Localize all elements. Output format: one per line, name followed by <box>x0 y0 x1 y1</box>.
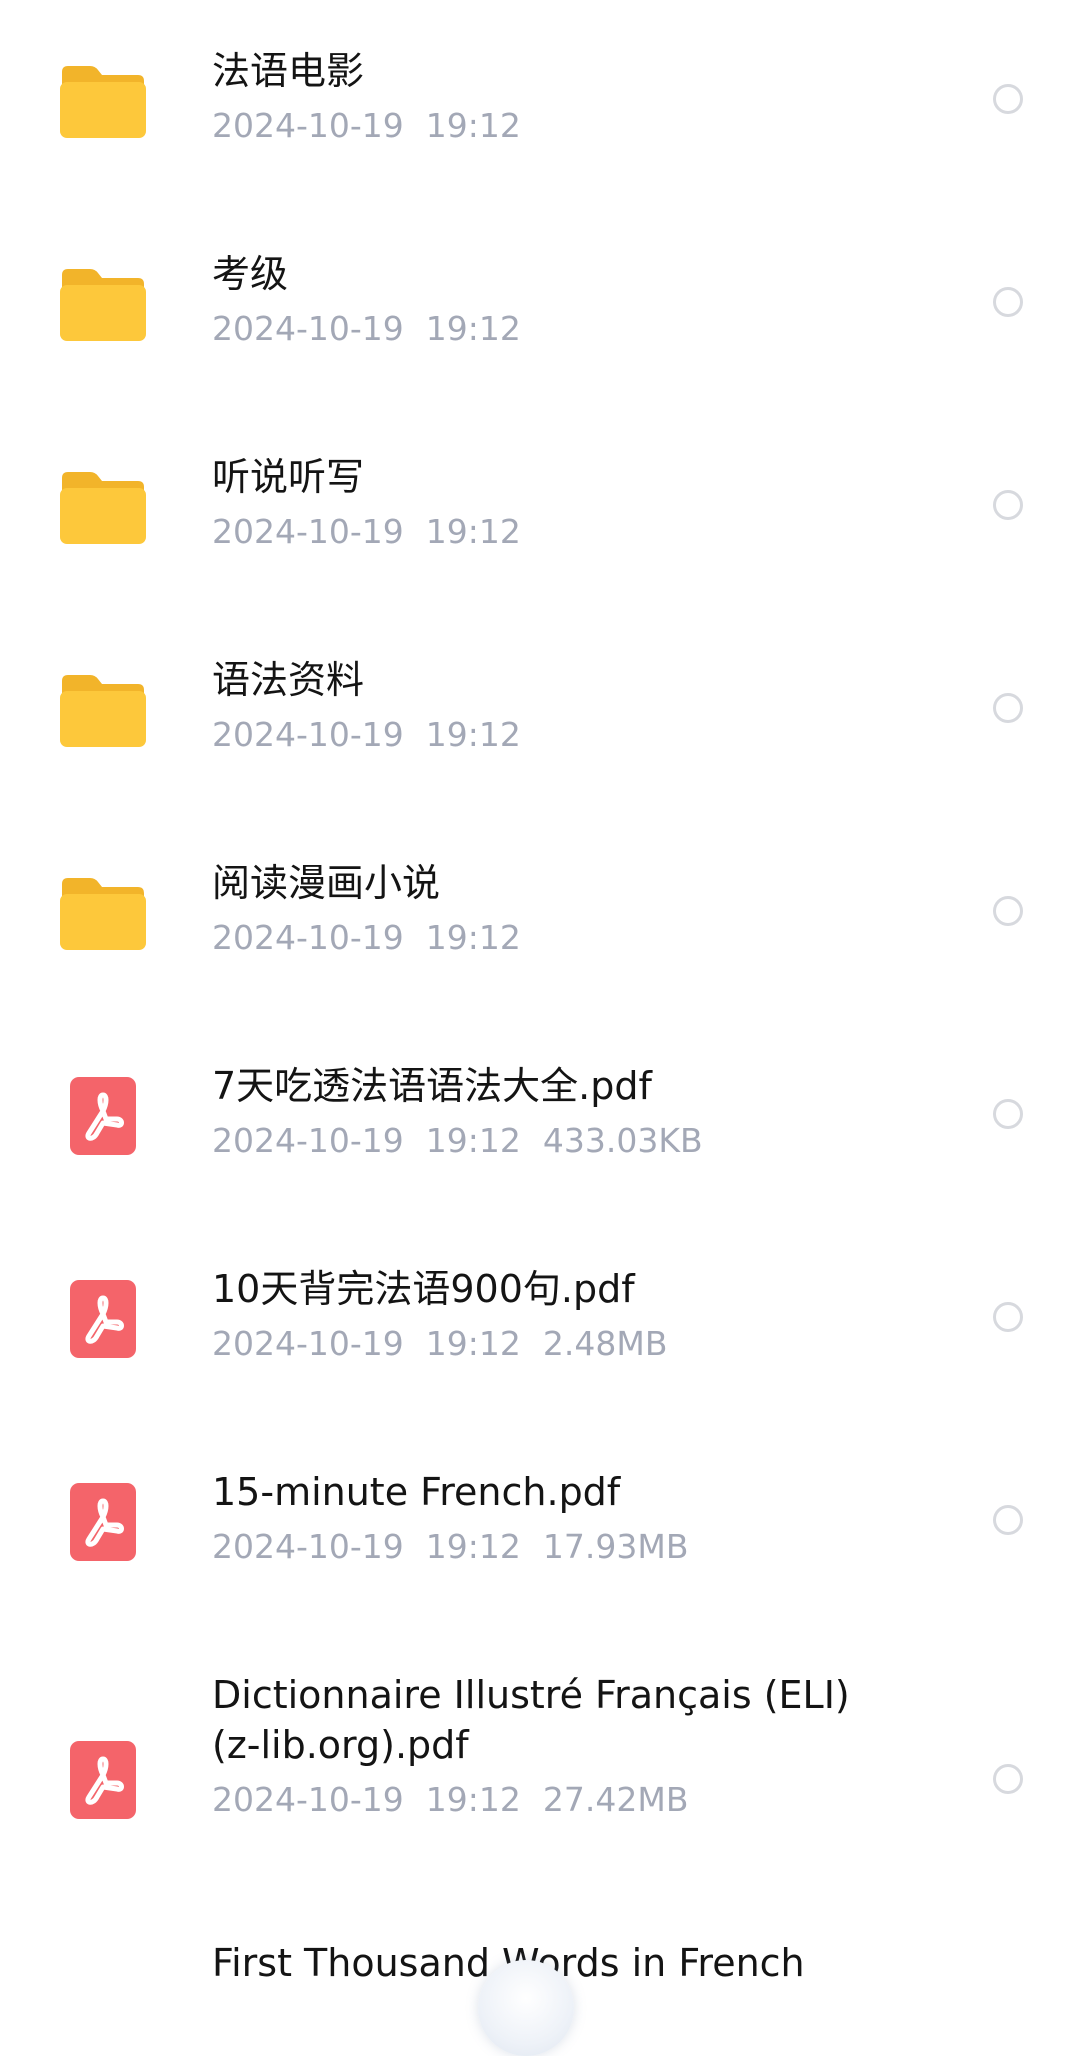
file-meta: 2024-10-19 19:12 2.48MB <box>212 1322 912 1366</box>
file-meta: 2024-10-19 19:12 <box>212 307 912 351</box>
file-time: 19:12 <box>425 106 521 145</box>
file-time: 19:12 <box>425 918 521 957</box>
file-time: 19:12 <box>425 1121 521 1160</box>
file-meta: 2024-10-19 19:12 <box>212 104 912 148</box>
list-item[interactable]: 10天背完法语900句.pdf 2024-10-19 19:12 2.48MB <box>0 1218 1080 1421</box>
file-date: 2024-10-19 <box>212 715 404 754</box>
file-meta: 2024-10-19 19:12 433.03KB <box>212 1119 912 1163</box>
select-radio[interactable] <box>993 1764 1023 1794</box>
file-name: 语法资料 <box>212 658 365 702</box>
select-radio[interactable] <box>993 84 1023 114</box>
list-item[interactable]: 15-minute French.pdf 2024-10-19 19:12 17.9… <box>0 1421 1080 1624</box>
select-radio[interactable] <box>993 287 1023 317</box>
file-time: 19:12 <box>425 1527 521 1566</box>
file-meta: 2024-10-19 19:12 <box>212 916 912 960</box>
select-radio[interactable] <box>993 490 1023 520</box>
select-radio[interactable] <box>993 1505 1023 1535</box>
file-date: 2024-10-19 <box>212 1527 404 1566</box>
list-item[interactable]: 语法资料 2024-10-19 19:12 <box>0 609 1080 812</box>
file-name: 10天背完法语900句.pdf <box>212 1267 635 1311</box>
file-time: 19:12 <box>425 1324 521 1363</box>
file-time: 19:12 <box>425 715 521 754</box>
list-item[interactable]: 考级 2024-10-19 19:12 <box>0 203 1080 406</box>
file-name: 15-minute French.pdf <box>212 1470 621 1514</box>
file-size: 17.93MB <box>542 1527 689 1566</box>
floating-action-button[interactable] <box>478 1960 574 2056</box>
file-date: 2024-10-19 <box>212 106 404 145</box>
pdf-icon <box>70 1280 136 1358</box>
file-size: 433.03KB <box>542 1121 703 1160</box>
file-meta: 2024-10-19 19:12 <box>212 713 912 757</box>
file-date: 2024-10-19 <box>212 1324 404 1363</box>
file-name: 考级 <box>212 252 289 296</box>
file-date: 2024-10-19 <box>212 1121 404 1160</box>
file-size: 2.48MB <box>542 1324 668 1363</box>
file-meta: 2024-10-19 19:12 27.42MB <box>212 1778 912 1822</box>
file-name: 法语电影 <box>212 49 365 93</box>
folder-icon <box>58 671 148 749</box>
file-date: 2024-10-19 <box>212 309 404 348</box>
list-item[interactable]: 阅读漫画小说 2024-10-19 19:12 <box>0 812 1080 1015</box>
list-item[interactable]: 听说听写 2024-10-19 19:12 <box>0 406 1080 609</box>
folder-icon <box>58 265 148 343</box>
file-date: 2024-10-19 <box>212 918 404 957</box>
pdf-icon <box>70 1483 136 1561</box>
folder-icon <box>58 874 148 952</box>
file-size: 27.42MB <box>542 1780 689 1819</box>
list-item[interactable]: 法语电影 2024-10-19 19:12 <box>0 0 1080 203</box>
file-date: 2024-10-19 <box>212 1780 404 1819</box>
file-list: 法语电影 2024-10-19 19:12 考级 2024-10-19 19:12 … <box>0 0 1080 2056</box>
pdf-icon <box>70 1741 136 1819</box>
file-meta: 2024-10-19 19:12 <box>212 510 912 554</box>
file-time: 19:12 <box>425 309 521 348</box>
pdf-icon <box>70 1077 136 1155</box>
file-time: 19:12 <box>425 512 521 551</box>
select-radio[interactable] <box>993 693 1023 723</box>
file-date: 2024-10-19 <box>212 512 404 551</box>
list-item[interactable]: 7天吃透法语语法大全.pdf 2024-10-19 19:12 433.03KB <box>0 1015 1080 1218</box>
file-time: 19:12 <box>425 1780 521 1819</box>
folder-icon <box>58 468 148 546</box>
file-name: 阅读漫画小说 <box>212 861 441 905</box>
file-name: Dictionnaire Illustré Français (ELI) (z-… <box>212 1673 850 1767</box>
file-name: 7天吃透法语语法大全.pdf <box>212 1064 652 1108</box>
file-name: 听说听写 <box>212 455 365 499</box>
select-radio[interactable] <box>993 1099 1023 1129</box>
folder-icon <box>58 62 148 140</box>
select-radio[interactable] <box>993 1302 1023 1332</box>
select-radio[interactable] <box>993 896 1023 926</box>
file-meta: 2024-10-19 19:12 17.93MB <box>212 1525 912 1569</box>
list-item[interactable]: Dictionnaire Illustré Français (ELI) (z-… <box>0 1624 1080 1892</box>
